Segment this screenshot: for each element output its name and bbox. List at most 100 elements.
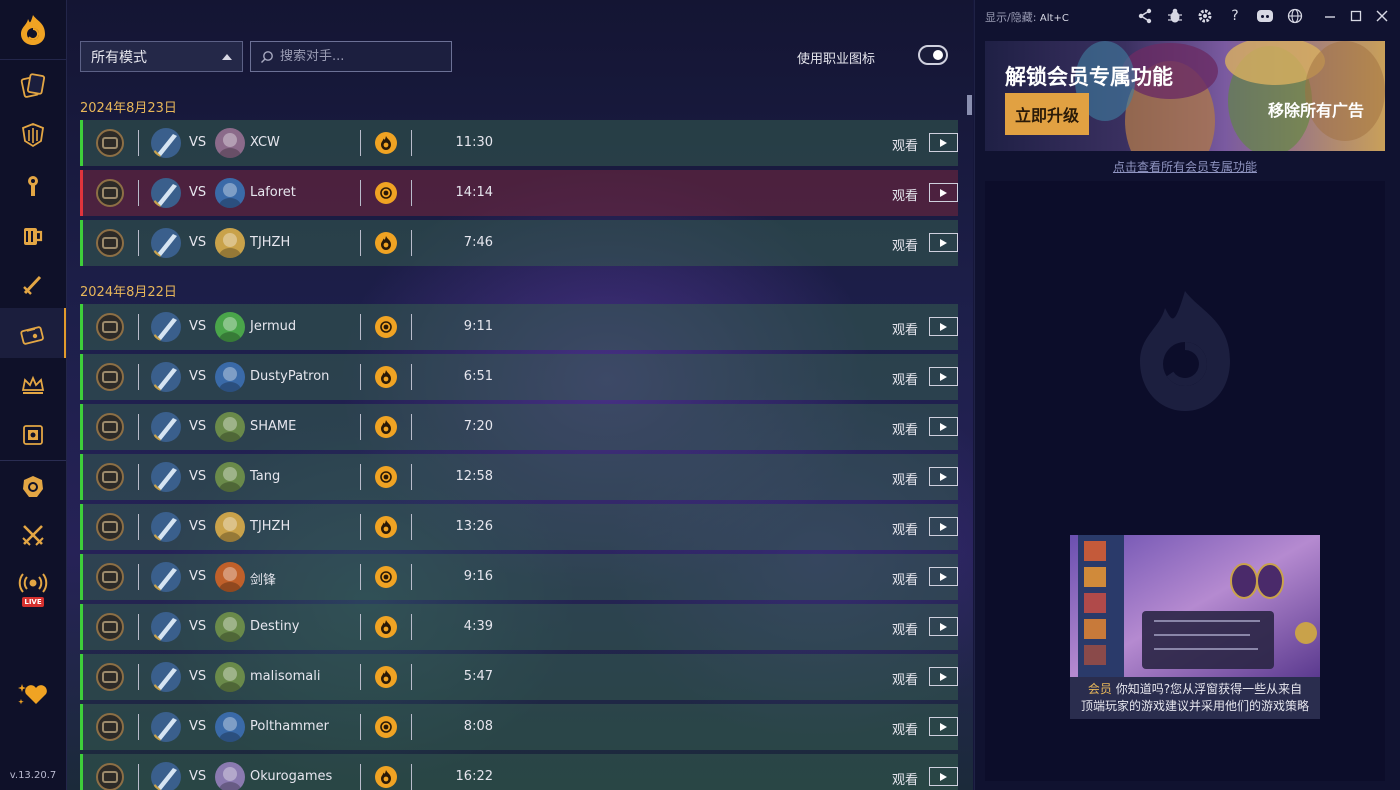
row-divider — [411, 714, 412, 740]
watch-label[interactable]: 观看 — [892, 769, 918, 788]
view-premium-features-link[interactable]: 点击查看所有会员专属功能 — [985, 158, 1385, 175]
opponent-hero-avatar — [215, 178, 245, 208]
play-replay-button[interactable] — [929, 717, 958, 736]
close-icon[interactable] — [1373, 7, 1391, 25]
sidebar-item-live[interactable]: LIVE — [0, 560, 66, 620]
watch-label[interactable]: 观看 — [892, 469, 918, 488]
sidebar-item-hero[interactable] — [0, 462, 66, 512]
sidebar: LIVE v.13.20.7 — [0, 0, 67, 790]
sidebar-item-favorite[interactable] — [0, 668, 66, 718]
gear-icon[interactable] — [1196, 7, 1214, 25]
vs-label: VS — [189, 569, 207, 584]
play-icon — [940, 622, 947, 631]
game-row[interactable]: VS TJHZH 13:26 观看 — [80, 504, 958, 550]
game-duration: 14:14 — [455, 185, 493, 200]
globe-icon[interactable] — [1286, 7, 1304, 25]
game-row[interactable]: VS SHAME 7:20 观看 — [80, 404, 958, 450]
game-row[interactable]: VS DustyPatron 6:51 观看 — [80, 354, 958, 400]
watch-label[interactable]: 观看 — [892, 669, 918, 688]
title-bar: 显示/隐藏: Alt+C ? — [975, 0, 1400, 32]
game-row[interactable]: VS 剑锋 9:16 观看 — [80, 554, 958, 600]
opponent-name: TJHZH — [250, 519, 291, 534]
flame-icon — [375, 132, 397, 154]
row-divider — [138, 614, 139, 640]
discord-icon[interactable] — [1256, 7, 1274, 25]
game-mode-icon — [96, 663, 124, 691]
sidebar-item-card-packs[interactable] — [0, 410, 66, 460]
play-replay-button[interactable] — [929, 767, 958, 786]
sidebar-item-arena[interactable] — [0, 160, 66, 210]
coin-icon — [375, 316, 397, 338]
tankard-icon — [20, 222, 46, 248]
game-row[interactable]: VS TJHZH 7:46 观看 — [80, 220, 958, 266]
play-replay-button[interactable] — [929, 417, 958, 436]
watch-label[interactable]: 观看 — [892, 569, 918, 588]
sidebar-item-battlegrounds[interactable] — [0, 260, 66, 310]
trophy-torch-icon — [21, 172, 45, 198]
search-input[interactable] — [280, 49, 450, 64]
mode-dropdown[interactable]: 所有模式 — [80, 41, 243, 72]
scrollbar-thumb[interactable] — [967, 95, 972, 115]
game-row[interactable]: VS XCW 11:30 观看 — [80, 120, 958, 166]
class-icon-toggle[interactable] — [918, 45, 948, 65]
play-replay-button[interactable] — [929, 233, 958, 252]
share-icon[interactable] — [1136, 7, 1154, 25]
watch-label[interactable]: 观看 — [892, 519, 918, 538]
vs-label: VS — [189, 719, 207, 734]
play-replay-button[interactable] — [929, 133, 958, 152]
game-row[interactable]: VS Okurogames 16:22 观看 — [80, 754, 958, 790]
sidebar-item-card-collection[interactable] — [0, 60, 66, 110]
watch-label[interactable]: 观看 — [892, 619, 918, 638]
game-row[interactable]: VS malisomali 5:47 观看 — [80, 654, 958, 700]
game-row[interactable]: VS Jermud 9:11 观看 — [80, 304, 958, 350]
game-row[interactable]: VS Laforet 14:14 观看 — [80, 170, 958, 216]
game-row[interactable]: VS Tang 12:58 观看 — [80, 454, 958, 500]
game-duration: 4:39 — [463, 619, 493, 634]
play-replay-button[interactable] — [929, 467, 958, 486]
play-replay-button[interactable] — [929, 367, 958, 386]
play-replay-button[interactable] — [929, 517, 958, 536]
play-replay-button[interactable] — [929, 317, 958, 336]
sidebar-item-tavern[interactable] — [0, 210, 66, 260]
vs-label: VS — [189, 519, 207, 534]
row-divider — [138, 314, 139, 340]
watch-label[interactable]: 观看 — [892, 719, 918, 738]
play-icon — [940, 522, 947, 531]
opponent-hero-avatar — [215, 562, 245, 592]
sidebar-item-leaderboard[interactable] — [0, 360, 66, 410]
watch-label[interactable]: 观看 — [892, 319, 918, 338]
watch-label[interactable]: 观看 — [892, 235, 918, 254]
premium-banner[interactable]: 解锁会员专属功能 立即升级 移除所有广告 — [985, 41, 1385, 151]
opponent-search-box[interactable] — [250, 41, 452, 72]
watch-label[interactable]: 观看 — [892, 419, 918, 438]
watch-label[interactable]: 观看 — [892, 135, 918, 154]
opponent-name: Laforet — [250, 185, 296, 200]
sidebar-item-replays[interactable] — [0, 308, 66, 358]
promo-card[interactable]: 会员 你知道吗?您从浮窗获得一些从来自 顶端玩家的游戏建议并采用他们的游戏策略 — [1070, 535, 1320, 725]
game-duration: 5:47 — [463, 669, 493, 684]
flame-icon — [375, 366, 397, 388]
hotkey-hint: 显示/隐藏: Alt+C — [985, 9, 1069, 25]
play-replay-button[interactable] — [929, 617, 958, 636]
upgrade-button[interactable]: 立即升级 — [1005, 93, 1089, 135]
opponent-hero-avatar — [215, 712, 245, 742]
watch-label[interactable]: 观看 — [892, 185, 918, 204]
watch-label[interactable]: 观看 — [892, 369, 918, 388]
bug-icon[interactable] — [1166, 7, 1184, 25]
play-replay-button[interactable] — [929, 567, 958, 586]
row-divider — [411, 464, 412, 490]
row-divider — [411, 514, 412, 540]
sidebar-item-duels[interactable] — [0, 510, 66, 560]
game-mode-icon — [96, 513, 124, 541]
play-replay-button[interactable] — [929, 183, 958, 202]
play-replay-button[interactable] — [929, 667, 958, 686]
opponent-hero-avatar — [215, 412, 245, 442]
help-icon[interactable]: ? — [1226, 7, 1244, 25]
game-row[interactable]: VS Polthammer 8:08 观看 — [80, 704, 958, 750]
maximize-icon[interactable] — [1347, 7, 1365, 25]
sidebar-item-decks[interactable] — [0, 110, 66, 160]
minimize-icon[interactable] — [1321, 7, 1339, 25]
row-divider — [138, 714, 139, 740]
app-logo[interactable] — [0, 0, 66, 60]
game-row[interactable]: VS Destiny 4:39 观看 — [80, 604, 958, 650]
